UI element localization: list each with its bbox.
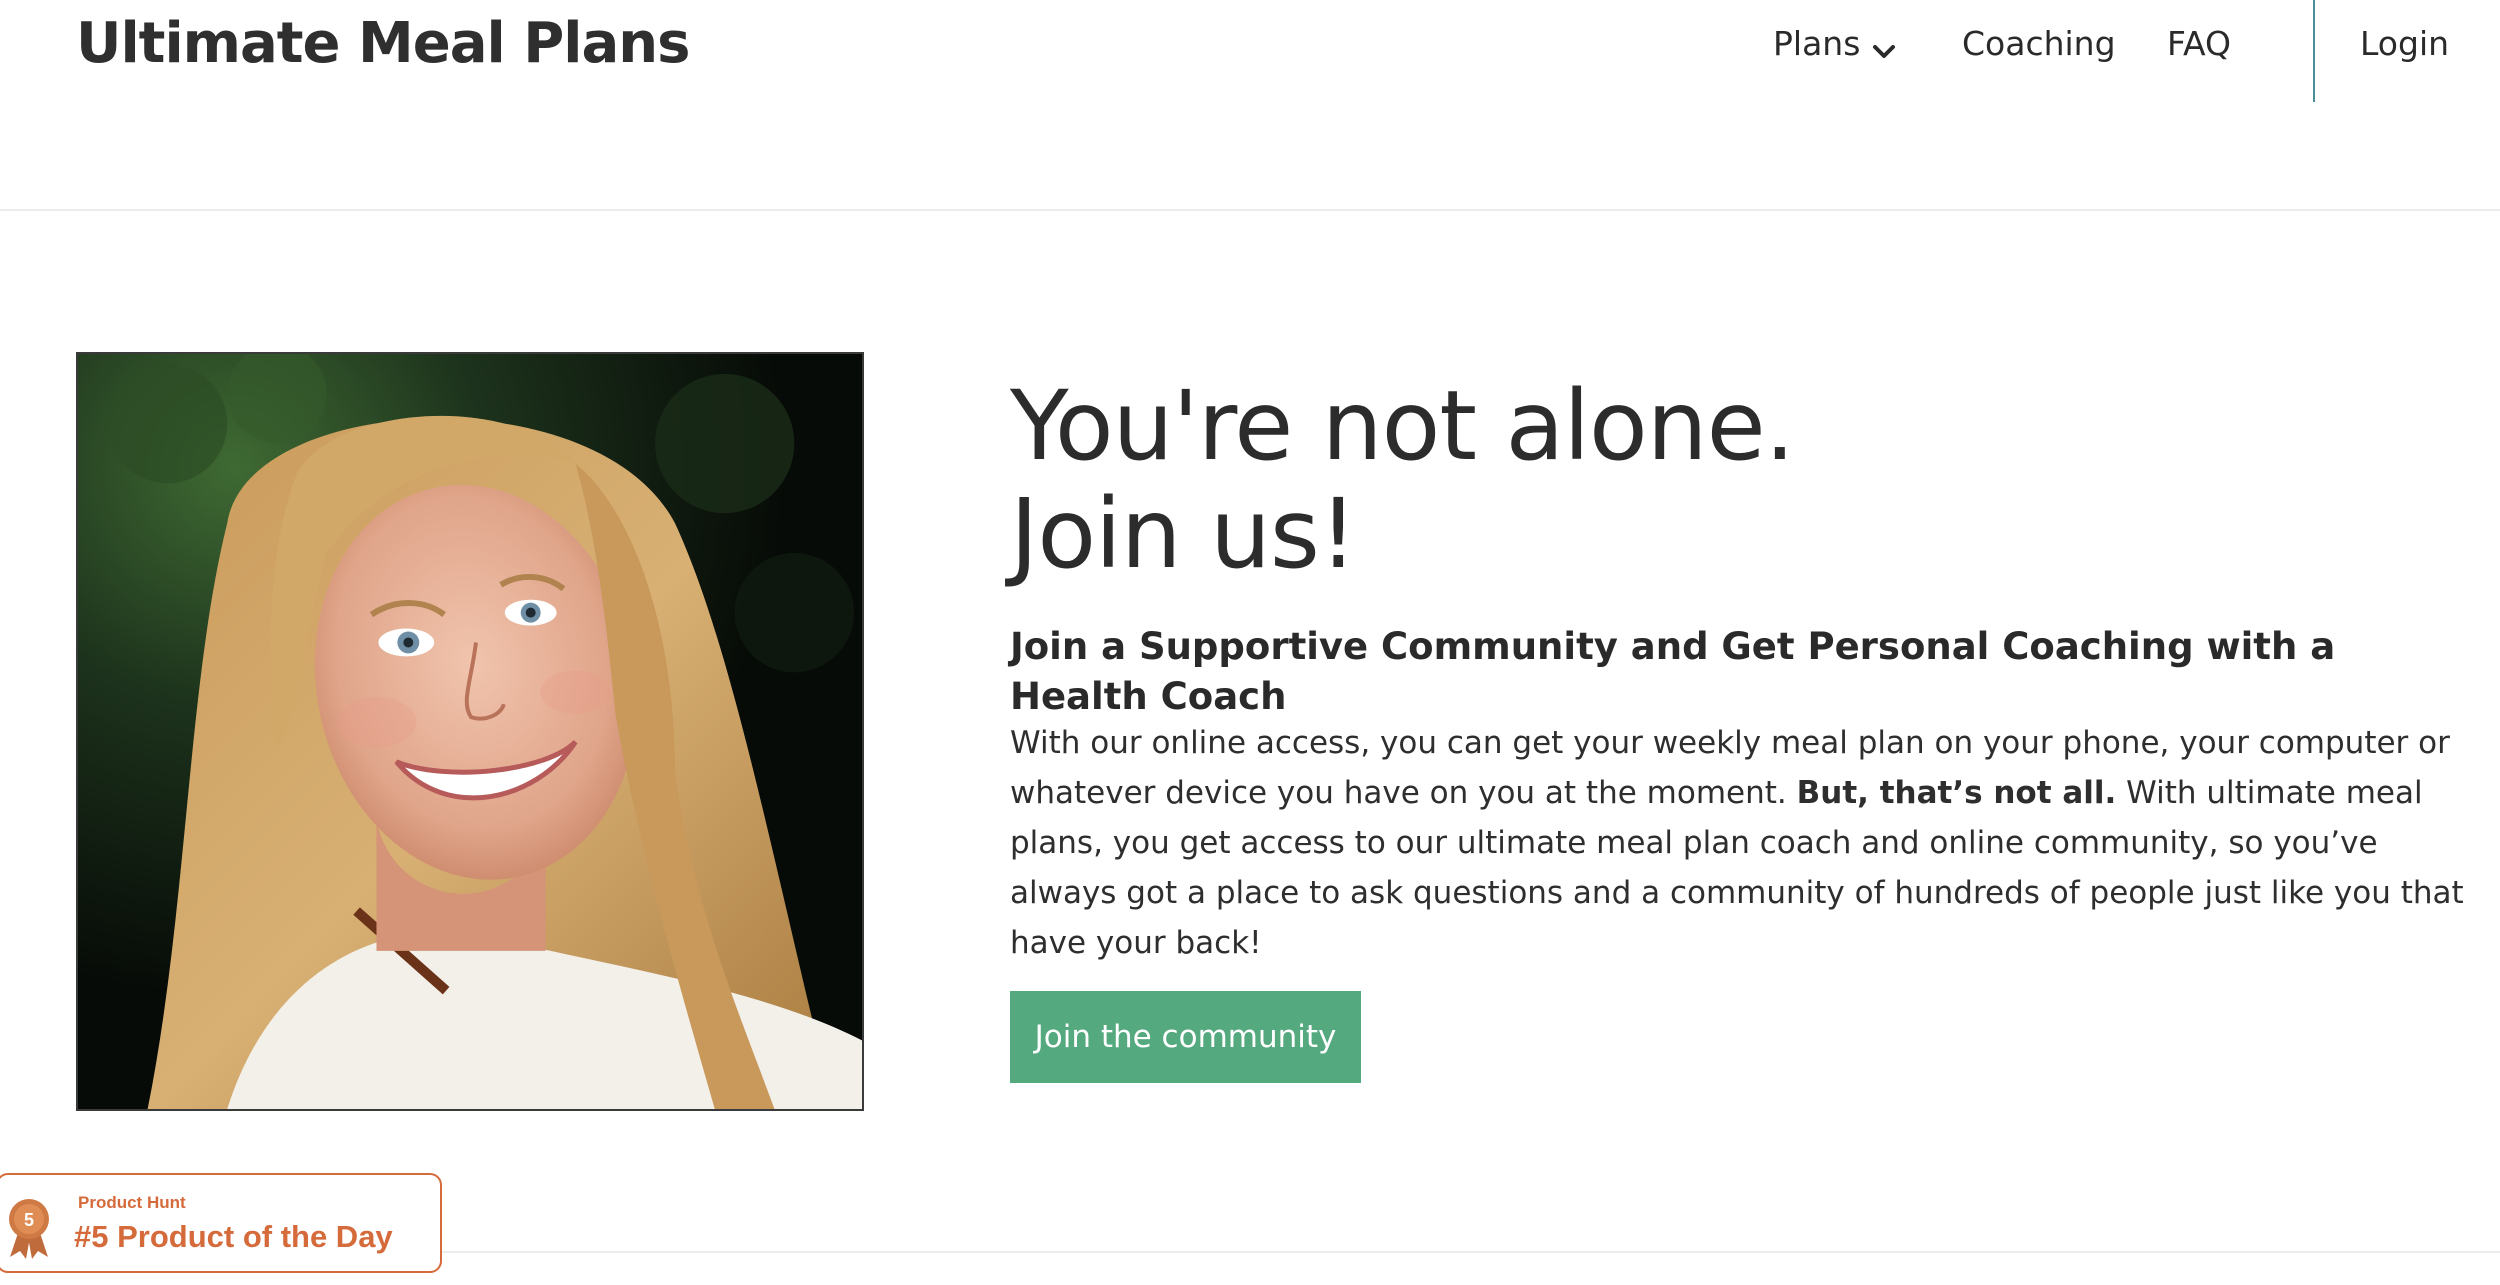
medal-icon: 5 bbox=[4, 1197, 54, 1259]
nav-plans-label: Plans bbox=[1773, 24, 1861, 63]
nav-plans-dropdown[interactable]: Plans bbox=[1773, 20, 1898, 68]
nav-faq-link[interactable]: FAQ bbox=[2167, 20, 2231, 68]
nav-coaching-link[interactable]: Coaching bbox=[1962, 20, 2116, 68]
hero-description: With our online access, you can get your… bbox=[1010, 718, 2490, 968]
coach-photo bbox=[76, 352, 864, 1111]
medal-number: 5 bbox=[24, 1210, 34, 1230]
product-hunt-badge[interactable]: 5 Product Hunt #5 Product of the Day bbox=[0, 1173, 442, 1273]
page: Ultimate Meal Plans Plans Coaching FAQ L… bbox=[0, 0, 2500, 1285]
smiling-woman-portrait-icon bbox=[78, 354, 862, 1109]
hero-headline-line2: Join us! bbox=[1010, 478, 1357, 590]
product-hunt-label: Product Hunt bbox=[78, 1193, 186, 1212]
hero-headline-line1: You're not alone. bbox=[1010, 370, 1795, 482]
join-community-button[interactable]: Join the community bbox=[1010, 991, 1361, 1083]
product-of-the-day-label: #5 Product of the Day bbox=[74, 1219, 393, 1254]
nav-login-link[interactable]: Login bbox=[2360, 20, 2449, 68]
hero-headline: You're not alone. Join us! bbox=[1010, 372, 2410, 588]
hero-subheading: Join a Supportive Community and Get Pers… bbox=[1010, 625, 2336, 718]
nav-divider bbox=[2313, 0, 2315, 102]
site-header: Ultimate Meal Plans Plans Coaching FAQ L… bbox=[0, 0, 2500, 211]
site-logo[interactable]: Ultimate Meal Plans bbox=[76, 8, 690, 80]
chevron-down-icon bbox=[1870, 30, 1898, 58]
hero-description-bold: But, that’s not all. bbox=[1796, 775, 2117, 811]
